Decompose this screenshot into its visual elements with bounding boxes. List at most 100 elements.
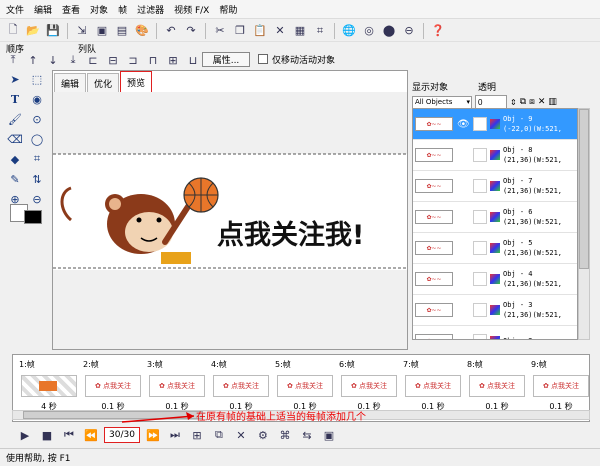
object-row[interactable]: ✿~~ Obj - 8 (21,36)(W:521, xyxy=(413,140,577,171)
object-lock-checkbox[interactable] xyxy=(473,334,487,339)
eye-icon[interactable]: 👁 xyxy=(457,119,473,130)
eyedropper-icon[interactable]: ✎ xyxy=(6,170,24,188)
properties-button[interactable]: 属性... xyxy=(202,52,250,67)
duplicate-frame-icon[interactable]: ⧉ xyxy=(210,426,228,444)
delete-frame-icon[interactable]: ✕ xyxy=(232,426,250,444)
object-lock-checkbox[interactable] xyxy=(473,210,487,224)
tab-preview[interactable]: 预览 xyxy=(120,71,153,93)
object-row[interactable]: ✿~~ Obj - 5 (21,36)(W:521, xyxy=(413,233,577,264)
object-list-scrollbar[interactable] xyxy=(578,108,590,340)
object-lock-checkbox[interactable] xyxy=(473,272,487,286)
frame-properties-icon[interactable]: ⌘ xyxy=(276,426,294,444)
zoom-out-icon[interactable]: ⊖ xyxy=(28,190,46,208)
play-icon[interactable]: ▶ xyxy=(16,426,34,444)
object-row[interactable]: ✿~~ 👁 Obj - 9 (-22,0)(W:521, xyxy=(413,109,577,140)
tab-optimize[interactable]: 优化 xyxy=(87,73,120,93)
help-icon[interactable]: ❓ xyxy=(429,22,447,40)
brush-icon[interactable]: 🖌 xyxy=(6,110,24,128)
frame-label: 9:帧 xyxy=(531,360,547,369)
align-right-icon[interactable]: ⊐ xyxy=(124,51,142,69)
frame-thumbnail: ✿ 点我关注 xyxy=(213,375,269,397)
tab-edit[interactable]: 编辑 xyxy=(54,73,87,93)
delete-object-icon[interactable]: ✕ xyxy=(538,97,546,107)
add-frame-icon[interactable]: ⊞ xyxy=(188,426,206,444)
menu-help[interactable]: 帮助 xyxy=(219,3,237,16)
ellipse-select-icon[interactable]: ◯ xyxy=(28,130,46,148)
display-objects-select[interactable]: All Objects ▾ xyxy=(412,95,472,109)
add-image-icon[interactable]: ▤ xyxy=(113,22,131,40)
first-frame-icon[interactable]: ⏮ xyxy=(60,426,78,444)
scrollbar-thumb[interactable] xyxy=(579,109,589,269)
align-middle-icon[interactable]: ⊞ xyxy=(164,51,182,69)
menu-filter[interactable]: 过滤器 xyxy=(137,3,164,16)
reverse-icon[interactable]: ⇆ xyxy=(298,426,316,444)
redo-icon[interactable]: ↷ xyxy=(182,22,200,40)
move-top-icon[interactable]: ⤒ xyxy=(4,51,22,69)
object-row[interactable]: ✿~~ Obj - 2 xyxy=(413,326,577,339)
paste-icon[interactable]: 📋 xyxy=(251,22,269,40)
eraser-icon[interactable]: ⌫ xyxy=(6,130,24,148)
object-lock-checkbox[interactable] xyxy=(473,148,487,162)
spin-icon[interactable]: ⇕ xyxy=(510,98,517,107)
object-row[interactable]: ✿~~ Obj - 4 (21,36)(W:521, xyxy=(413,264,577,295)
align-bottom-icon[interactable]: ⊔ xyxy=(184,51,202,69)
stop-icon[interactable]: ⬤ xyxy=(380,22,398,40)
object-lock-checkbox[interactable] xyxy=(473,179,487,193)
foreground-color-swatch[interactable] xyxy=(24,210,42,224)
text-tool-icon[interactable]: T xyxy=(6,90,24,108)
move-bottom-icon[interactable]: ⤓ xyxy=(64,51,82,69)
object-row[interactable]: ✿~~ Obj - 6 (21,36)(W:521, xyxy=(413,202,577,233)
object-lock-checkbox[interactable] xyxy=(473,117,487,131)
pointer-icon[interactable]: ➤ xyxy=(6,70,24,88)
undo-icon[interactable]: ↶ xyxy=(162,22,180,40)
menu-view[interactable]: 查看 xyxy=(62,3,80,16)
crop-icon[interactable]: ⌗ xyxy=(311,22,329,40)
delete-icon[interactable]: ✕ xyxy=(271,22,289,40)
menu-file[interactable]: 文件 xyxy=(6,3,24,16)
cut-icon[interactable]: ✂ xyxy=(211,22,229,40)
merge-object-icon[interactable]: ▥ xyxy=(548,97,557,107)
copy-icon[interactable]: ❐ xyxy=(231,22,249,40)
crop-frames-icon[interactable]: ▣ xyxy=(320,426,338,444)
copy-object-icon[interactable]: ⧉ xyxy=(520,97,526,107)
web-icon[interactable]: 🌐 xyxy=(340,22,358,40)
stop-red-icon[interactable]: ⊖ xyxy=(400,22,418,40)
save-icon[interactable]: 💾 xyxy=(44,22,62,40)
object-row[interactable]: ✿~~ Obj - 7 (21,36)(W:521, xyxy=(413,171,577,202)
new-file-icon[interactable]: 🗋 xyxy=(4,22,22,40)
marquee-icon[interactable]: ⬚ xyxy=(28,70,46,88)
rotate-icon[interactable]: ◉ xyxy=(28,90,46,108)
menu-frame[interactable]: 帧 xyxy=(118,3,127,16)
prev-frame-icon[interactable]: ⏪ xyxy=(82,426,100,444)
move-down-icon[interactable]: ↓ xyxy=(44,51,62,69)
align-center-icon[interactable]: ⊟ xyxy=(104,51,122,69)
object-lock-checkbox[interactable] xyxy=(473,241,487,255)
menu-edit[interactable]: 编辑 xyxy=(34,3,52,16)
object-info: Obj - 3 (21,36)(W:521, xyxy=(503,300,562,320)
tween-icon[interactable]: ⚙ xyxy=(254,426,272,444)
object-lock-checkbox[interactable] xyxy=(473,303,487,317)
lasso-icon[interactable]: ⊙ xyxy=(28,110,46,128)
menu-video-fx[interactable]: 视频 F/X xyxy=(174,3,209,16)
align-left-icon[interactable]: ⊏ xyxy=(84,51,102,69)
select-all-icon[interactable]: ▦ xyxy=(291,22,309,40)
globe-icon[interactable]: ◎ xyxy=(360,22,378,40)
next-frame-icon[interactable]: ⏩ xyxy=(144,426,162,444)
paste-object-icon[interactable]: ⧈ xyxy=(529,97,535,107)
move-up-icon[interactable]: ↑ xyxy=(24,51,42,69)
stop-icon[interactable]: ■ xyxy=(38,426,56,444)
menu-object[interactable]: 对象 xyxy=(90,3,108,16)
add-frame-icon[interactable]: ▣ xyxy=(93,22,111,40)
fill-icon[interactable]: ◆ xyxy=(6,150,24,168)
frame-thumbnail: ✿ 点我关注 xyxy=(149,375,205,397)
transparency-input[interactable] xyxy=(475,95,507,109)
palette-icon[interactable]: 🎨 xyxy=(133,22,151,40)
move-active-only-checkbox[interactable] xyxy=(258,54,268,64)
flip-icon[interactable]: ⇅ xyxy=(28,170,46,188)
crop-tool-icon[interactable]: ⌗ xyxy=(28,150,46,168)
object-row[interactable]: ✿~~ Obj - 3 (21,36)(W:521, xyxy=(413,295,577,326)
open-folder-icon[interactable]: 📂 xyxy=(24,22,42,40)
import-icon[interactable]: ⇲ xyxy=(73,22,91,40)
last-frame-icon[interactable]: ⏭ xyxy=(166,426,184,444)
align-top-icon[interactable]: ⊓ xyxy=(144,51,162,69)
